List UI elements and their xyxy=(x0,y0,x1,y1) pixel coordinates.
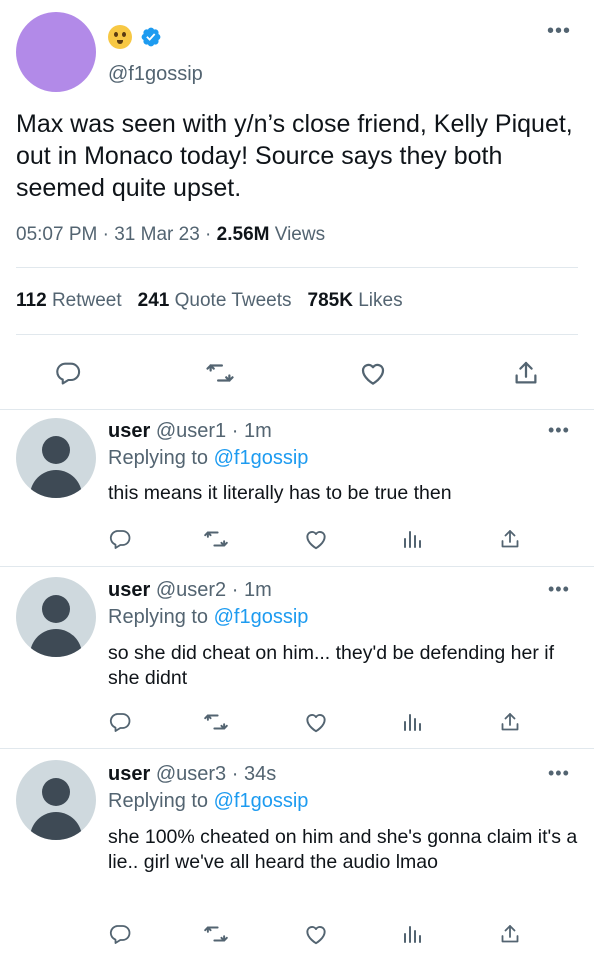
analytics-icon[interactable] xyxy=(398,525,426,553)
tweet-stats: 112 Retweet 241 Quote Tweets 785K Likes xyxy=(16,290,403,312)
share-icon[interactable] xyxy=(496,708,524,736)
more-options-icon[interactable]: ••• xyxy=(547,20,571,43)
replying-to: Replying to @f1gossip xyxy=(108,606,309,628)
reply-text: she 100% cheated on him and she's gonna … xyxy=(108,826,578,873)
divider xyxy=(0,409,594,410)
replying-to: Replying to @f1gossip xyxy=(108,447,309,469)
analytics-icon[interactable] xyxy=(398,920,426,948)
like-icon[interactable] xyxy=(302,708,330,736)
like-icon[interactable] xyxy=(355,355,391,391)
retweets-stat[interactable]: 112 Retweet xyxy=(16,290,122,311)
divider xyxy=(0,566,594,567)
reply-author-name[interactable]: user xyxy=(108,579,150,601)
reply-time[interactable]: 1m xyxy=(244,579,272,601)
reply-text: this means it literally has to be true t… xyxy=(108,482,452,504)
retweet-icon[interactable] xyxy=(202,708,230,736)
share-icon[interactable] xyxy=(496,920,524,948)
reply-icon[interactable] xyxy=(106,708,134,736)
author-name-row xyxy=(108,22,162,52)
tweet-date[interactable]: 31 Mar 23 xyxy=(114,224,200,245)
more-options-icon[interactable]: ••• xyxy=(548,579,570,600)
like-icon[interactable] xyxy=(302,920,330,948)
reply-text: so she did cheat on him... they'd be def… xyxy=(108,642,555,689)
tweet-text: Max was seen with y/n’s close friend, Ke… xyxy=(16,110,573,202)
share-icon[interactable] xyxy=(496,525,524,553)
tweet-time[interactable]: 05:07 PM xyxy=(16,224,97,245)
avatar[interactable] xyxy=(16,418,96,498)
reply-header: user @user2 · 1m xyxy=(108,579,272,601)
verified-badge-icon xyxy=(141,27,161,47)
shushing-face-emoji-icon xyxy=(108,25,132,49)
avatar[interactable] xyxy=(16,760,96,840)
retweet-icon[interactable] xyxy=(202,525,230,553)
reply-author-name[interactable]: user xyxy=(108,420,150,442)
more-options-icon[interactable]: ••• xyxy=(548,420,570,441)
replying-to-handle[interactable]: @f1gossip xyxy=(214,606,309,628)
analytics-icon[interactable] xyxy=(398,708,426,736)
reply-author-handle[interactable]: @user3 xyxy=(156,763,226,785)
views-label: Views xyxy=(274,224,326,245)
like-icon[interactable] xyxy=(302,525,330,553)
reply-time[interactable]: 1m xyxy=(244,420,272,442)
quotes-stat[interactable]: 241 Quote Tweets xyxy=(138,290,292,311)
replying-to-handle[interactable]: @f1gossip xyxy=(214,447,309,469)
divider xyxy=(16,334,578,335)
tweet-meta: 05:07 PM · 31 Mar 23 · 2.56M Views xyxy=(16,224,326,245)
reply-time[interactable]: 34s xyxy=(244,763,276,785)
reply-author-handle[interactable]: @user2 xyxy=(156,579,226,601)
reply-author-handle[interactable]: @user1 xyxy=(156,420,226,442)
replying-to: Replying to @f1gossip xyxy=(108,790,309,812)
divider xyxy=(0,748,594,749)
reply-icon[interactable] xyxy=(106,920,134,948)
divider xyxy=(16,267,578,268)
retweet-icon[interactable] xyxy=(202,355,238,391)
likes-stat[interactable]: 785K Likes xyxy=(308,290,403,311)
reply-icon[interactable] xyxy=(50,355,86,391)
reply-header: user @user3 · 34s xyxy=(108,763,277,785)
more-options-icon[interactable]: ••• xyxy=(548,763,570,784)
author-handle[interactable]: @f1gossip xyxy=(108,63,203,86)
retweet-icon[interactable] xyxy=(202,920,230,948)
reply-icon[interactable] xyxy=(106,525,134,553)
avatar[interactable] xyxy=(16,12,96,92)
avatar[interactable] xyxy=(16,577,96,657)
reply-header: user @user1 · 1m xyxy=(108,420,272,442)
views-count: 2.56M xyxy=(216,224,270,245)
replying-to-handle[interactable]: @f1gossip xyxy=(214,790,309,812)
share-icon[interactable] xyxy=(508,355,544,391)
reply-author-name[interactable]: user xyxy=(108,763,150,785)
